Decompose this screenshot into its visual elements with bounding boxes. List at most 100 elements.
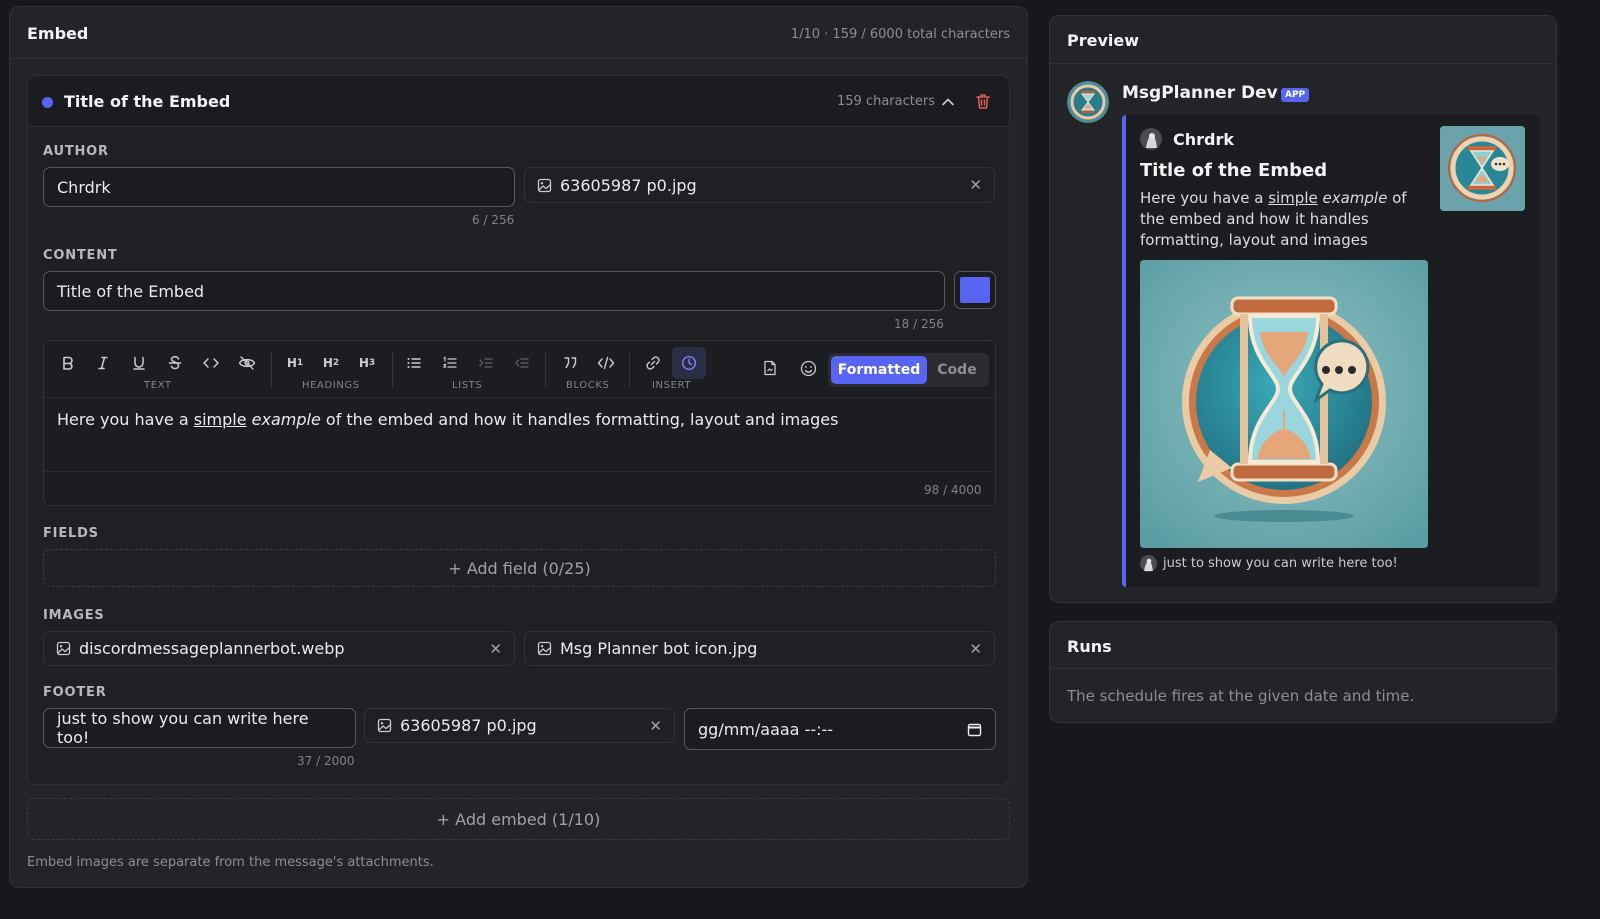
indent-icon[interactable] bbox=[472, 349, 500, 377]
preview-panel: Preview MsgPlanner Dev APP Chrdrk Title … bbox=[1049, 15, 1557, 603]
toolbar-divider bbox=[629, 351, 630, 387]
editor-stats: 1/10 · 159 / 6000 total characters bbox=[790, 27, 1010, 42]
thumbnail-filename: Msg Planner bot icon.jpg bbox=[560, 639, 758, 658]
toolbar-group-text: TEXT bbox=[144, 380, 172, 391]
embed-author-avatar bbox=[1140, 128, 1162, 150]
strikethrough-icon[interactable] bbox=[161, 349, 189, 377]
embed-title: Title of the Embed bbox=[1140, 160, 1328, 181]
embed-color-picker[interactable] bbox=[954, 271, 996, 309]
underline-icon[interactable] bbox=[125, 349, 153, 377]
calendar-icon[interactable] bbox=[967, 722, 982, 737]
bold-icon[interactable] bbox=[54, 349, 82, 377]
desc-underlined: simple bbox=[1268, 189, 1318, 207]
mode-code-button[interactable]: Code bbox=[928, 356, 986, 384]
bot-avatar bbox=[1067, 81, 1109, 123]
embed-main-image[interactable] bbox=[1140, 260, 1428, 548]
fields-label: FIELDS bbox=[43, 526, 99, 541]
toolbar-divider bbox=[392, 351, 393, 387]
embed-author-name: Chrdrk bbox=[1173, 130, 1235, 149]
embed-title-counter: 18 / 256 bbox=[894, 317, 944, 331]
numbered-list-icon[interactable] bbox=[436, 349, 464, 377]
image-file-icon bbox=[537, 641, 552, 656]
embed-card-header[interactable]: Title of the Embed 159 characters bbox=[28, 76, 1009, 127]
editor-header-divider bbox=[10, 58, 1027, 59]
editor-title: Embed bbox=[27, 24, 89, 43]
timestamp-input[interactable]: gg/mm/aaaa --:-- bbox=[684, 708, 996, 750]
close-icon[interactable]: ✕ bbox=[489, 640, 502, 658]
main-image-filename: discordmessageplannerbot.webp bbox=[79, 639, 345, 658]
embed-editor-panel: Embed 1/10 · 159 / 6000 total characters… bbox=[9, 6, 1028, 888]
embed-thumbnail[interactable] bbox=[1440, 126, 1525, 211]
footer-text-value: just to show you can write here too! bbox=[57, 709, 309, 747]
chevron-up-icon[interactable] bbox=[940, 94, 956, 110]
blockquote-icon[interactable] bbox=[556, 349, 584, 377]
footer-icon-file[interactable]: 63605987 p0.jpg ✕ bbox=[364, 708, 675, 743]
bot-name: MsgPlanner Dev bbox=[1122, 83, 1278, 103]
preview-title: Preview bbox=[1067, 31, 1140, 50]
author-name-input[interactable]: Chrdrk bbox=[43, 167, 515, 207]
link-icon[interactable] bbox=[639, 349, 667, 377]
inline-code-icon[interactable] bbox=[197, 349, 225, 377]
embed-title-value: Title of the Embed bbox=[57, 281, 205, 301]
desc-italic: example bbox=[1322, 189, 1388, 207]
color-swatch bbox=[960, 277, 990, 303]
image-file-icon bbox=[537, 178, 552, 193]
embed-footer-text: just to show you can write here too! bbox=[1163, 556, 1398, 571]
footer-label: FOOTER bbox=[43, 685, 107, 700]
body-text-start: Here you have a bbox=[57, 410, 194, 429]
body-counter: 98 / 4000 bbox=[924, 483, 982, 497]
toolbar-group-blocks: BLOCKS bbox=[566, 380, 610, 391]
close-icon[interactable]: ✕ bbox=[969, 176, 982, 194]
mode-toggle: Formatted Code bbox=[828, 353, 989, 387]
heading-2-icon[interactable]: H2 bbox=[317, 349, 345, 377]
attach-file-icon[interactable] bbox=[756, 354, 784, 382]
image-file-icon bbox=[56, 641, 71, 656]
outdent-icon[interactable] bbox=[508, 349, 536, 377]
runs-panel: Runs The schedule fires at the given dat… bbox=[1049, 621, 1557, 723]
footer-text-input[interactable]: just to show you can write here too! bbox=[43, 708, 356, 748]
main-image-file[interactable]: discordmessageplannerbot.webp ✕ bbox=[43, 631, 515, 666]
close-icon[interactable]: ✕ bbox=[649, 717, 662, 735]
body-text-end: of the embed and how it handles formatti… bbox=[320, 410, 839, 429]
author-icon-filename: 63605987 p0.jpg bbox=[560, 175, 697, 195]
close-icon[interactable]: ✕ bbox=[969, 640, 982, 658]
editor-body[interactable]: Here you have a simple example of the em… bbox=[57, 410, 838, 429]
content-label: CONTENT bbox=[43, 248, 118, 263]
image-file-icon bbox=[377, 718, 392, 733]
embed-char-count: 159 characters bbox=[837, 94, 935, 109]
add-embed-button[interactable]: + Add embed (1/10) bbox=[27, 798, 1010, 840]
desc-start: Here you have a bbox=[1140, 189, 1269, 207]
toolbar-divider bbox=[271, 351, 272, 387]
embed-title-input[interactable]: Title of the Embed bbox=[43, 271, 945, 311]
italic-icon[interactable] bbox=[89, 349, 117, 377]
editor-footer-divider bbox=[44, 471, 995, 472]
footer-text-counter: 37 / 2000 bbox=[297, 754, 355, 768]
body-text-underlined: simple bbox=[193, 410, 247, 429]
mode-formatted-button[interactable]: Formatted bbox=[831, 356, 927, 384]
embed-card: Title of the Embed 159 characters AUTHOR… bbox=[27, 75, 1010, 785]
add-field-button[interactable]: + Add field (0/25) bbox=[43, 549, 996, 587]
timestamp-icon[interactable] bbox=[672, 347, 706, 379]
author-label: AUTHOR bbox=[43, 144, 109, 159]
spoiler-icon[interactable] bbox=[233, 349, 261, 377]
toolbar-divider bbox=[545, 351, 546, 387]
body-text-italic: example bbox=[251, 410, 321, 429]
trash-icon[interactable] bbox=[974, 92, 992, 110]
editor-toolbar: TEXT H1 H2 H3 HEADINGS LISTS BLOCKS INSE… bbox=[44, 341, 995, 398]
runs-description: The schedule fires at the given date and… bbox=[1067, 687, 1415, 705]
bullet-list-icon[interactable] bbox=[400, 349, 428, 377]
heading-3-icon[interactable]: H3 bbox=[353, 349, 381, 377]
author-name-value: Chrdrk bbox=[57, 177, 111, 197]
heading-1-icon[interactable]: H1 bbox=[281, 349, 309, 377]
thumbnail-file[interactable]: Msg Planner bot icon.jpg ✕ bbox=[524, 631, 995, 666]
images-label: IMAGES bbox=[43, 608, 105, 623]
author-icon-file[interactable]: 63605987 p0.jpg ✕ bbox=[524, 167, 995, 203]
toolbar-group-lists: LISTS bbox=[452, 380, 483, 391]
embed-footer-icon bbox=[1140, 555, 1157, 572]
runs-header-divider bbox=[1050, 668, 1556, 669]
embed-card-title: Title of the Embed bbox=[64, 92, 231, 111]
preview-header-divider bbox=[1050, 63, 1556, 64]
emoji-icon[interactable] bbox=[794, 354, 822, 382]
code-block-icon[interactable] bbox=[592, 349, 620, 377]
rich-text-editor: TEXT H1 H2 H3 HEADINGS LISTS BLOCKS INSE… bbox=[43, 340, 996, 506]
